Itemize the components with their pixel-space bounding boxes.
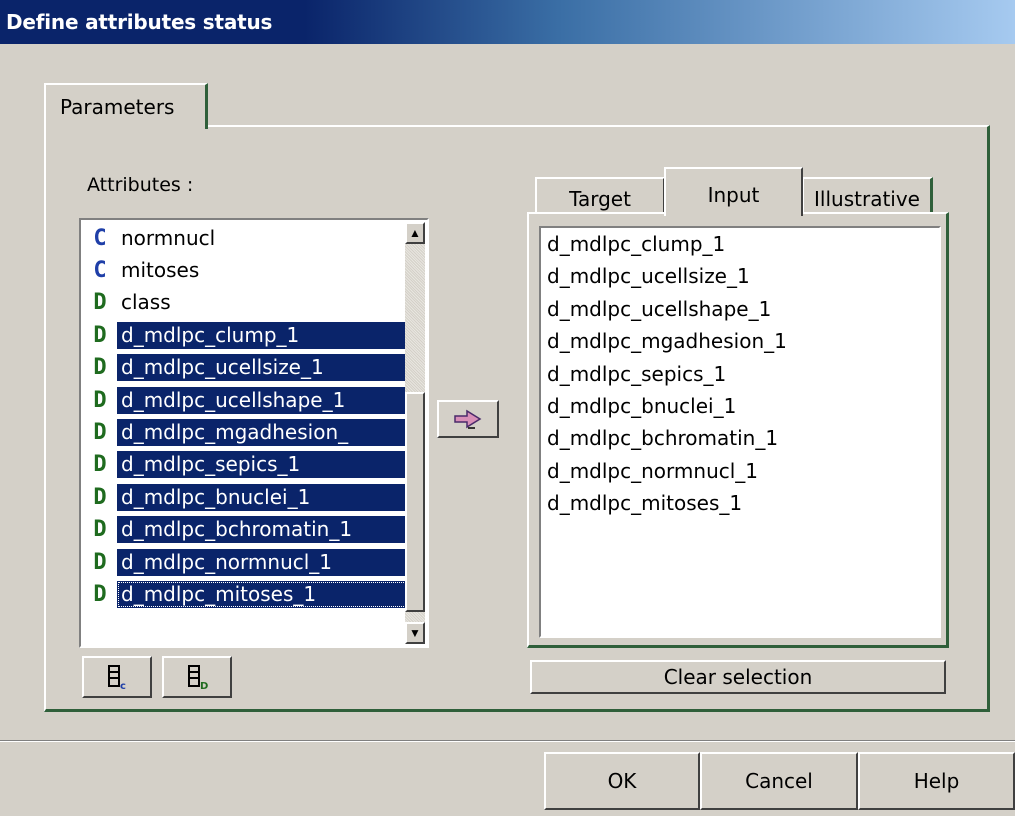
- attribute-label: d_mdlpc_bnuclei_1: [117, 483, 407, 511]
- attribute-label: class: [121, 290, 171, 315]
- arrow-up-icon: ▲: [409, 226, 421, 240]
- tab-target[interactable]: Target: [535, 177, 665, 214]
- attribute-item[interactable]: Dd_mdlpc_mgadhesion_: [83, 416, 407, 448]
- attribute-item[interactable]: Dd_mdlpc_sepics_1: [83, 449, 407, 481]
- footer-divider: [0, 740, 1015, 742]
- discrete-attribute-icon: D: [93, 387, 107, 413]
- help-button[interactable]: Help: [858, 752, 1015, 810]
- input-attribute-item[interactable]: d_mdlpc_bchromatin_1: [541, 422, 939, 454]
- attribute-label: d_mdlpc_mitoses_1: [117, 580, 407, 608]
- clear-selection-button[interactable]: Clear selection: [530, 660, 946, 694]
- attribute-label: d_mdlpc_sepics_1: [117, 451, 407, 479]
- discrete-attribute-icon: D: [93, 581, 107, 607]
- input-attribute-item[interactable]: d_mdlpc_ucellsize_1: [541, 260, 939, 292]
- attribute-label: d_mdlpc_ucellshape_1: [117, 386, 407, 414]
- attributes-label: Attributes :: [87, 174, 194, 196]
- input-attributes-list[interactable]: d_mdlpc_clump_1 d_mdlpc_ucellsize_1 d_mdlp…: [539, 226, 941, 638]
- discrete-attribute-icon: D: [93, 517, 107, 543]
- arrow-down-icon: ▼: [409, 626, 421, 640]
- discrete-attribute-icon: D: [93, 549, 107, 575]
- title-bar[interactable]: Define attributes status: [0, 0, 1015, 44]
- input-attribute-item[interactable]: d_mdlpc_normnucl_1: [541, 455, 939, 487]
- scroll-thumb[interactable]: [405, 392, 425, 612]
- svg-text:c: c: [120, 681, 126, 690]
- attribute-label: d_mdlpc_clump_1: [117, 321, 407, 349]
- attribute-label: d_mdlpc_mgadhesion_: [117, 419, 407, 447]
- select-continuous-button[interactable]: c: [82, 656, 152, 698]
- discrete-attribute-icon: D: [93, 355, 107, 381]
- select-discrete-icon: D: [188, 665, 208, 690]
- attributes-scrollbar[interactable]: ▲ ▼: [405, 222, 425, 644]
- attribute-label: d_mdlpc_normnucl_1: [117, 548, 407, 576]
- discrete-attribute-icon: D: [93, 452, 107, 478]
- discrete-attribute-icon: D: [93, 420, 107, 446]
- input-attribute-item[interactable]: d_mdlpc_sepics_1: [541, 358, 939, 390]
- cancel-button[interactable]: Cancel: [700, 752, 858, 810]
- attribute-item[interactable]: Dd_mdlpc_clump_1: [83, 319, 407, 351]
- continuous-attribute-icon: C: [93, 258, 107, 284]
- input-attribute-item[interactable]: d_mdlpc_ucellshape_1: [541, 293, 939, 325]
- ok-button[interactable]: OK: [544, 752, 700, 810]
- svg-text:D: D: [200, 681, 208, 690]
- select-continuous-icon: c: [108, 665, 126, 690]
- add-to-input-button[interactable]: [437, 400, 499, 438]
- scroll-up-button[interactable]: ▲: [405, 222, 425, 244]
- attribute-item[interactable]: Dd_mdlpc_bchromatin_1: [83, 514, 407, 546]
- window-title: Define attributes status: [6, 10, 273, 34]
- scroll-down-button[interactable]: ▼: [405, 622, 425, 644]
- attribute-item[interactable]: Dd_mdlpc_ucellshape_1: [83, 384, 407, 416]
- attribute-item[interactable]: Dd_mdlpc_bnuclei_1: [83, 481, 407, 513]
- attribute-item[interactable]: Dd_mdlpc_mitoses_1: [83, 578, 407, 610]
- attribute-item[interactable]: Dd_mdlpc_ucellsize_1: [83, 352, 407, 384]
- tab-parameters[interactable]: Parameters: [44, 83, 208, 129]
- tab-illustrative[interactable]: Illustrative: [802, 177, 933, 214]
- attributes-list: Cnormnucl Cmitoses Dclass Dd_mdlpc_clump_1 D…: [83, 222, 407, 644]
- input-attribute-item[interactable]: d_mdlpc_clump_1: [541, 228, 939, 260]
- attributes-listbox[interactable]: Cnormnucl Cmitoses Dclass Dd_mdlpc_clump_1 D…: [79, 218, 429, 648]
- discrete-attribute-icon: D: [93, 484, 107, 510]
- attribute-item[interactable]: Dd_mdlpc_normnucl_1: [83, 546, 407, 578]
- attribute-label: d_mdlpc_bchromatin_1: [117, 516, 407, 544]
- select-discrete-button[interactable]: D: [162, 656, 232, 698]
- attribute-label: mitoses: [121, 258, 200, 283]
- arrow-right-icon: [454, 409, 482, 429]
- input-tab-panel: d_mdlpc_clump_1 d_mdlpc_ucellsize_1 d_mdlp…: [527, 212, 949, 648]
- attribute-item[interactable]: Dclass: [83, 287, 407, 319]
- attribute-label: normnucl: [121, 225, 216, 250]
- attribute-label: d_mdlpc_ucellsize_1: [117, 354, 407, 382]
- tab-input[interactable]: Input: [664, 167, 803, 216]
- discrete-attribute-icon: D: [93, 322, 107, 348]
- attribute-item[interactable]: Cnormnucl: [83, 222, 407, 254]
- input-attribute-item[interactable]: d_mdlpc_mgadhesion_1: [541, 325, 939, 357]
- input-attribute-item[interactable]: d_mdlpc_mitoses_1: [541, 487, 939, 519]
- attribute-item[interactable]: Cmitoses: [83, 254, 407, 286]
- input-attribute-item[interactable]: d_mdlpc_bnuclei_1: [541, 390, 939, 422]
- discrete-attribute-icon: D: [93, 290, 107, 316]
- continuous-attribute-icon: C: [93, 225, 107, 251]
